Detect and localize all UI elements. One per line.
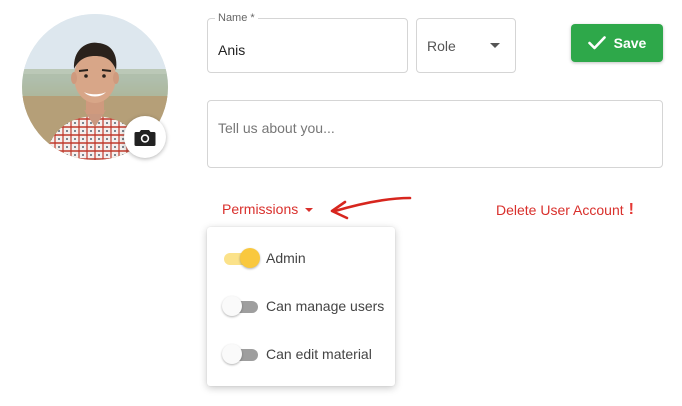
permission-item-edit-material[interactable]: Can edit material: [222, 344, 372, 364]
avatar-container: [22, 14, 168, 160]
annotation-arrow-icon: [330, 196, 412, 220]
permission-item-admin[interactable]: Admin: [222, 248, 306, 268]
caret-down-icon: [305, 208, 314, 212]
camera-icon: [134, 129, 156, 146]
about-placeholder: Tell us about you...: [218, 120, 335, 136]
edit-material-toggle[interactable]: [222, 344, 260, 364]
manage-users-toggle[interactable]: [222, 296, 260, 316]
toggle-knob: [240, 248, 260, 268]
name-input-value[interactable]: Anis: [218, 42, 245, 58]
permission-label: Admin: [266, 250, 306, 266]
permission-label: Can edit material: [266, 346, 372, 362]
permissions-dropdown-button[interactable]: Permissions: [222, 201, 314, 217]
permission-label: Can manage users: [266, 298, 385, 314]
chevron-down-icon: [490, 43, 500, 48]
name-field-label: Name *: [215, 12, 258, 25]
toggle-knob: [222, 296, 242, 316]
check-icon: [587, 36, 606, 50]
toggle-knob: [222, 344, 242, 364]
delete-account-label: Delete User Account: [496, 202, 624, 218]
about-textarea[interactable]: Tell us about you...: [207, 100, 663, 168]
permissions-label: Permissions: [222, 201, 299, 217]
role-select-value: Role: [427, 38, 456, 54]
permissions-menu: Admin Can manage users Can edit material: [207, 227, 395, 386]
permission-item-manage-users[interactable]: Can manage users: [222, 296, 385, 316]
name-field[interactable]: Name * Anis: [207, 12, 408, 73]
save-button[interactable]: Save: [571, 24, 663, 62]
exclamation-icon: !: [628, 201, 634, 218]
change-photo-button[interactable]: [124, 116, 166, 158]
admin-toggle[interactable]: [222, 248, 260, 268]
role-select[interactable]: Role: [416, 18, 516, 73]
save-button-label: Save: [613, 35, 647, 51]
delete-account-button[interactable]: Delete User Account !: [496, 201, 634, 219]
